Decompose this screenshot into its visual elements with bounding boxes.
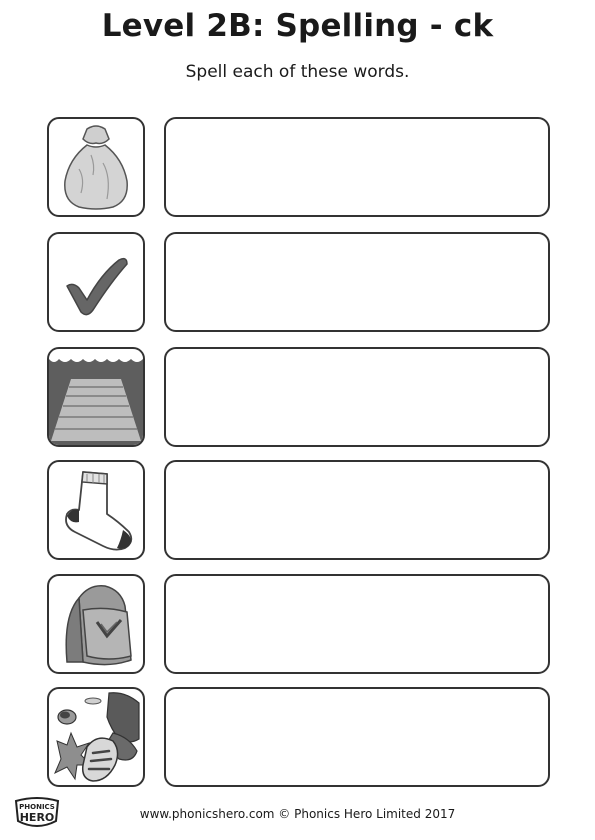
- worksheet-row: [47, 460, 550, 560]
- worksheet-row: [47, 687, 550, 787]
- backpack-icon: [47, 574, 145, 674]
- worksheet-row: [47, 347, 550, 447]
- answer-box[interactable]: [164, 347, 550, 447]
- answer-box[interactable]: [164, 117, 550, 217]
- worksheet-row: [47, 232, 550, 332]
- kick-icon: [47, 687, 145, 787]
- instructions: Spell each of these words.: [185, 62, 410, 82]
- dock-icon: [47, 347, 145, 447]
- page-title: Level 2B: Spelling - ck: [101, 8, 494, 44]
- answer-box[interactable]: [164, 232, 550, 332]
- tick-icon: [47, 232, 145, 332]
- sack-icon: [47, 117, 145, 217]
- answer-box[interactable]: [164, 574, 550, 674]
- worksheet-row: [47, 117, 550, 217]
- footer-copyright: www.phonicshero.com © Phonics Hero Limit…: [139, 807, 456, 821]
- answer-box[interactable]: [164, 687, 550, 787]
- answer-box[interactable]: [164, 460, 550, 560]
- sock-icon: [47, 460, 145, 560]
- worksheet-row: [47, 574, 550, 674]
